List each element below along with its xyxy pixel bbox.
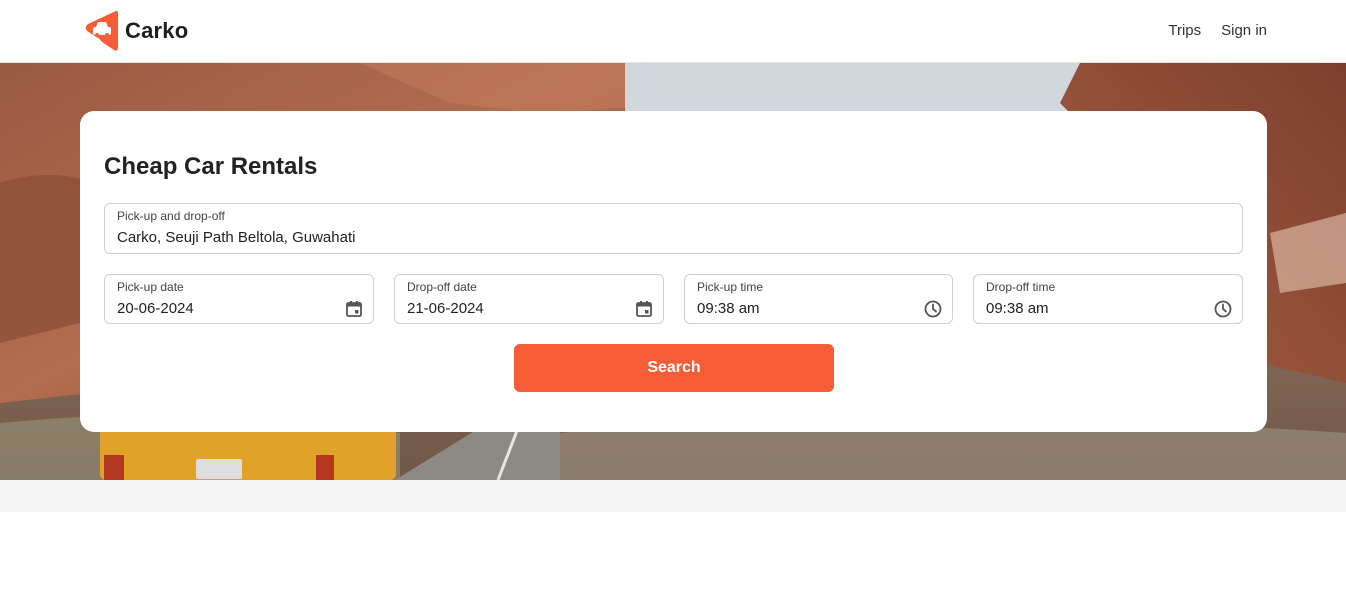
pickup-time-label: Pick-up time [697, 280, 764, 294]
page-title: Cheap Car Rentals [104, 153, 318, 180]
clock-icon[interactable] [1213, 299, 1233, 319]
dropoff-time-field[interactable]: Drop-off time [973, 274, 1243, 324]
nav-trips-link[interactable]: Trips [1168, 22, 1201, 39]
section-divider-band [0, 480, 1346, 512]
nav-sign-in-link[interactable]: Sign in [1221, 22, 1267, 39]
brand-name: Carko [125, 18, 189, 43]
calendar-icon[interactable] [634, 299, 654, 319]
dropoff-date-input[interactable] [407, 300, 607, 317]
location-input[interactable] [117, 229, 1217, 246]
pickup-time-field[interactable]: Pick-up time [684, 274, 953, 324]
top-header: Carko Trips Sign in [0, 0, 1346, 63]
car-logo-icon [85, 10, 118, 51]
pickup-date-input[interactable] [117, 300, 317, 317]
brand-logo[interactable]: Carko [84, 10, 188, 52]
dropoff-time-input[interactable] [986, 300, 1186, 317]
pickup-time-input[interactable] [697, 300, 897, 317]
location-label: Pick-up and drop-off [117, 209, 225, 223]
search-card: Cheap Car Rentals Pick-up and drop-off P… [80, 111, 1267, 432]
location-field[interactable]: Pick-up and drop-off [104, 203, 1243, 254]
calendar-icon[interactable] [344, 299, 364, 319]
dropoff-date-field[interactable]: Drop-off date [394, 274, 664, 324]
dropoff-time-label: Drop-off time [986, 280, 1056, 294]
top-nav: Trips Sign in [1168, 22, 1267, 39]
clock-icon[interactable] [923, 299, 943, 319]
dropoff-date-label: Drop-off date [407, 280, 477, 294]
search-button[interactable]: Search [514, 344, 834, 392]
pickup-date-field[interactable]: Pick-up date [104, 274, 374, 324]
pickup-date-label: Pick-up date [117, 280, 184, 294]
